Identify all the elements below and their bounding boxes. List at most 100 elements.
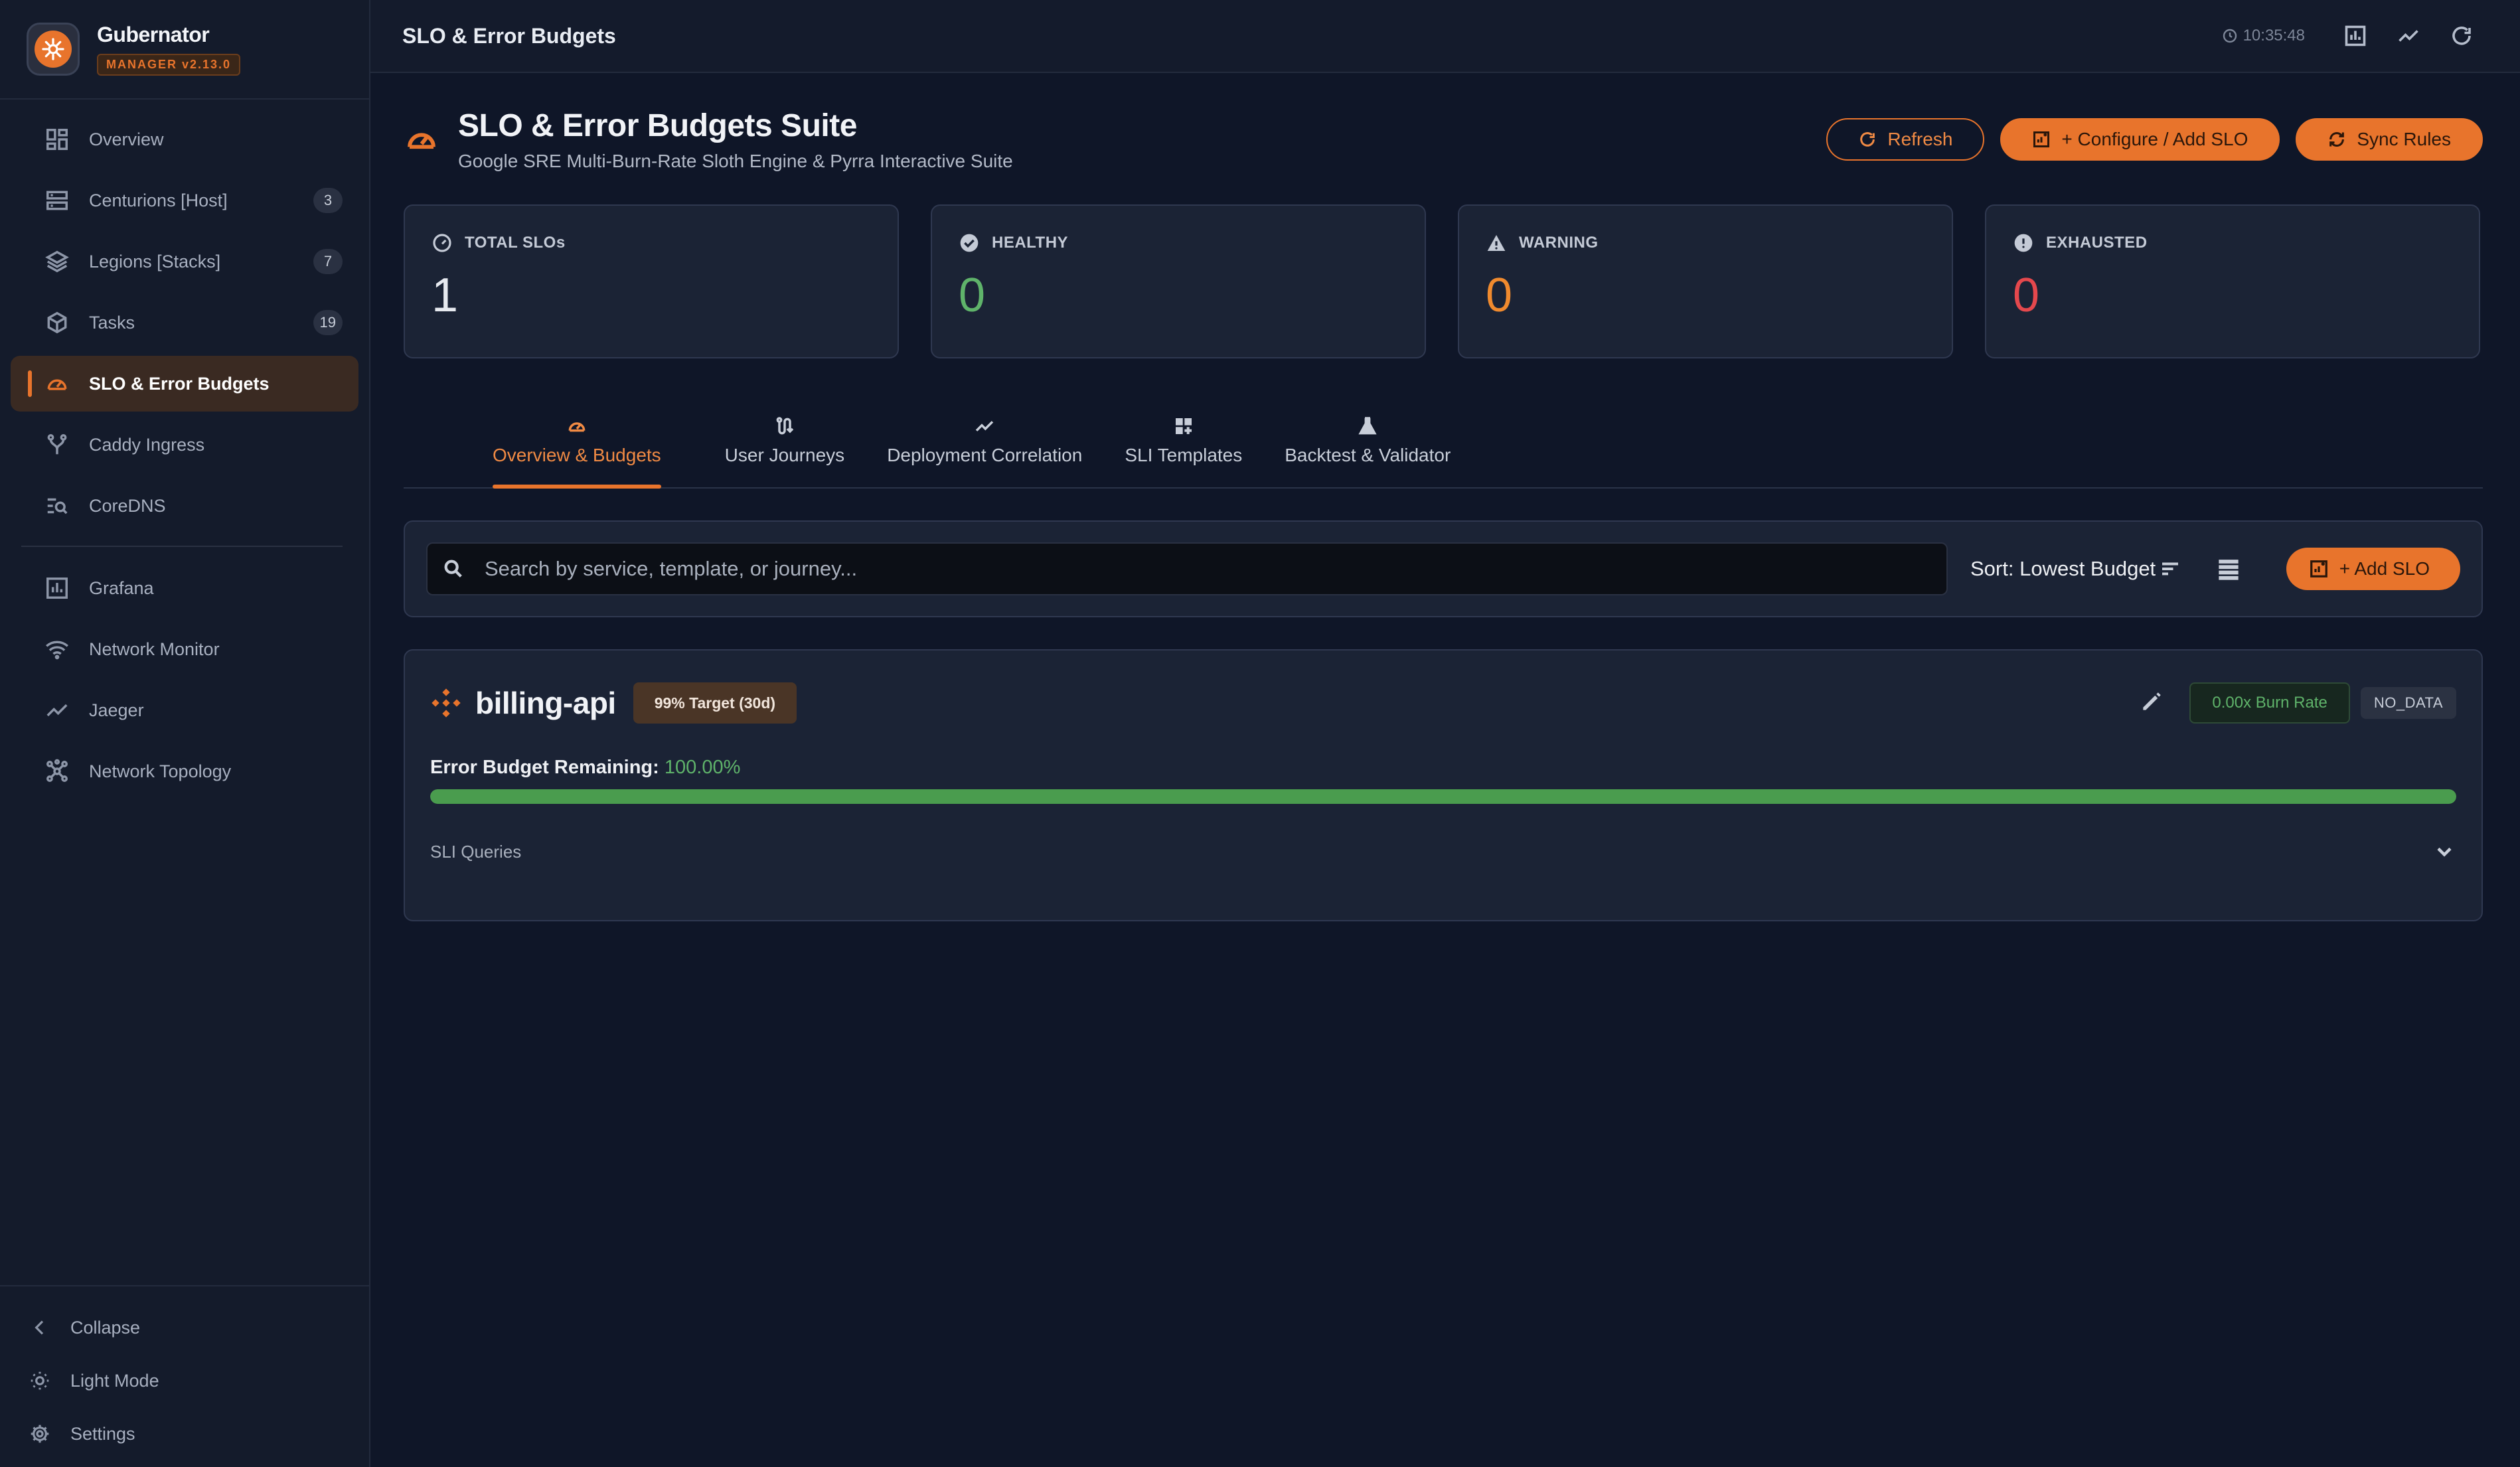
filter-toolbar: Sort: Lowest Budget + Add SLO xyxy=(404,520,2483,617)
app-root: Gubernator MANAGER v2.13.0 Overview Cent… xyxy=(0,0,2520,1467)
sync-icon xyxy=(2329,132,2345,147)
tab-user-journeys[interactable]: User Journeys xyxy=(704,416,866,487)
metrics-button[interactable] xyxy=(2382,16,2435,56)
sun-icon xyxy=(31,1371,49,1390)
brand-logo[interactable] xyxy=(27,23,80,76)
add-chart-icon xyxy=(2033,131,2050,148)
budget-progress-bar xyxy=(430,789,2456,804)
clock: 10:35:48 xyxy=(2222,27,2305,45)
sidebar-item-tasks[interactable]: Tasks 19 xyxy=(11,295,358,350)
budget-progress-fill xyxy=(430,789,2456,804)
sidebar-item-label: Centurions [Host] xyxy=(89,190,228,210)
refresh-icon xyxy=(1860,132,1875,147)
sort-dropdown[interactable]: Sort: Lowest Budget xyxy=(1970,557,2182,581)
topbar: SLO & Error Budgets 10:35:48 xyxy=(370,0,2520,73)
sidebar-item-jaeger[interactable]: Jaeger xyxy=(11,682,358,738)
slo-card: billing-api 99% Target (30d) 0.00x Burn … xyxy=(404,649,2483,921)
list-icon xyxy=(2219,560,2239,580)
refresh-button[interactable]: Refresh xyxy=(1826,118,1985,161)
tab-backtest-validator[interactable]: Backtest & Validator xyxy=(1263,416,1472,487)
cube-icon xyxy=(44,309,70,336)
route-icon xyxy=(776,417,794,435)
stat-card-healthy: HEALTHY 0 xyxy=(931,204,1426,358)
stat-value: 0 xyxy=(1486,269,1513,322)
sidebar-item-grafana[interactable]: Grafana xyxy=(11,560,358,616)
edit-slo-button[interactable] xyxy=(2139,689,2164,718)
budget-remaining: Error Budget Remaining: 100.00% xyxy=(430,757,2456,779)
sidebar-item-caddy[interactable]: Caddy Ingress xyxy=(11,417,358,473)
chart-box-icon xyxy=(2345,25,2366,46)
chevron-down-icon xyxy=(2437,847,2452,857)
configure-slo-button[interactable]: + Configure / Add SLO xyxy=(2000,118,2280,161)
sidebar-item-label: Overview xyxy=(89,129,164,149)
stat-value: 0 xyxy=(2013,269,2040,322)
add-slo-button[interactable]: + Add SLO xyxy=(2286,548,2460,590)
sidebar-footer: Collapse Light Mode Settings xyxy=(0,1285,369,1467)
sidebar-item-network-topology[interactable]: Network Topology xyxy=(11,743,358,799)
light-mode-label: Light Mode xyxy=(70,1370,159,1391)
sidebar-item-coredns[interactable]: CoreDNS xyxy=(11,478,358,534)
sidebar-item-label: Legions [Stacks] xyxy=(89,251,221,271)
fork-icon xyxy=(44,431,70,458)
sidebar-item-label: Caddy Ingress xyxy=(89,434,205,455)
sidebar-item-label: Grafana xyxy=(89,578,154,598)
page-header: SLO & Error Budgets Suite Google SRE Mul… xyxy=(404,73,2483,206)
chevron-left-icon xyxy=(35,1320,44,1335)
add-chart-icon xyxy=(2310,560,2327,578)
collapse-label: Collapse xyxy=(70,1317,141,1338)
dns-search-icon xyxy=(44,493,70,519)
wifi-icon xyxy=(44,636,70,662)
gauge-icon xyxy=(404,121,439,157)
list-view-toggle[interactable] xyxy=(2214,554,2243,583)
gauge-icon xyxy=(433,234,451,252)
page-title: SLO & Error Budgets Suite xyxy=(458,108,857,143)
chart-box-icon xyxy=(44,575,70,601)
sli-queries-toggle[interactable]: SLI Queries xyxy=(430,840,2456,864)
sort-label: Sort: Lowest Budget xyxy=(1970,557,2156,580)
count-badge: 19 xyxy=(313,310,343,335)
brand-name: Gubernator xyxy=(97,23,210,46)
sidebar-item-label: Tasks xyxy=(89,312,135,333)
gauge-icon xyxy=(44,370,70,397)
sidebar-item-centurions[interactable]: Centurions [Host] 3 xyxy=(11,173,358,228)
settings-label: Settings xyxy=(70,1423,135,1444)
refresh-icon xyxy=(2452,27,2471,45)
tab-overview-budgets[interactable]: Overview & Budgets xyxy=(493,416,661,489)
budget-value: 100.00% xyxy=(664,757,741,778)
target-badge: 99% Target (30d) xyxy=(633,682,797,724)
topology-icon xyxy=(44,758,70,785)
burn-rate-badge: 0.00x Burn Rate xyxy=(2189,682,2350,724)
stat-card-exhausted: EXHAUSTED 0 xyxy=(1985,204,2480,358)
search-input[interactable] xyxy=(485,557,1946,581)
service-icon xyxy=(430,687,462,719)
sidebar-nav: Overview Centurions [Host] 3 Legions [St… xyxy=(0,100,369,799)
helm-icon xyxy=(42,38,64,60)
budget-label: Error Budget Remaining: xyxy=(430,757,659,778)
brand-header: Gubernator MANAGER v2.13.0 xyxy=(0,0,369,100)
dashboard-icon xyxy=(44,126,70,153)
sidebar-item-slo[interactable]: SLO & Error Budgets xyxy=(11,356,358,412)
collapse-button[interactable]: Collapse xyxy=(0,1301,369,1354)
count-badge: 7 xyxy=(313,249,343,274)
sidebar-item-overview[interactable]: Overview xyxy=(11,112,358,167)
alert-circle-icon xyxy=(2014,234,2033,252)
sidebar-item-label: Network Monitor xyxy=(89,639,220,659)
sidebar-item-legions[interactable]: Legions [Stacks] 7 xyxy=(11,234,358,289)
main-panel: SLO & Error Budgets 10:35:48 SLO & Error… xyxy=(370,0,2520,1467)
status-badge: NO_DATA xyxy=(2360,687,2456,719)
sidebar: Gubernator MANAGER v2.13.0 Overview Cent… xyxy=(0,0,370,1467)
sort-icon xyxy=(2162,562,2179,576)
clock-icon xyxy=(2223,29,2237,43)
sync-rules-button[interactable]: Sync Rules xyxy=(2296,118,2483,161)
search-field[interactable] xyxy=(426,542,1948,595)
gear-icon xyxy=(31,1425,49,1443)
reload-button[interactable] xyxy=(2435,16,2488,56)
grid-plus-icon xyxy=(1175,418,1192,434)
dashboard-button[interactable] xyxy=(2329,16,2382,56)
sidebar-item-network-monitor[interactable]: Network Monitor xyxy=(11,621,358,677)
tab-sli-templates[interactable]: SLI Templates xyxy=(1103,416,1263,487)
trend-icon xyxy=(44,697,70,724)
settings-button[interactable]: Settings xyxy=(0,1407,369,1460)
light-mode-toggle[interactable]: Light Mode xyxy=(0,1354,369,1407)
tab-deployment-correlation[interactable]: Deployment Correlation xyxy=(866,416,1103,487)
